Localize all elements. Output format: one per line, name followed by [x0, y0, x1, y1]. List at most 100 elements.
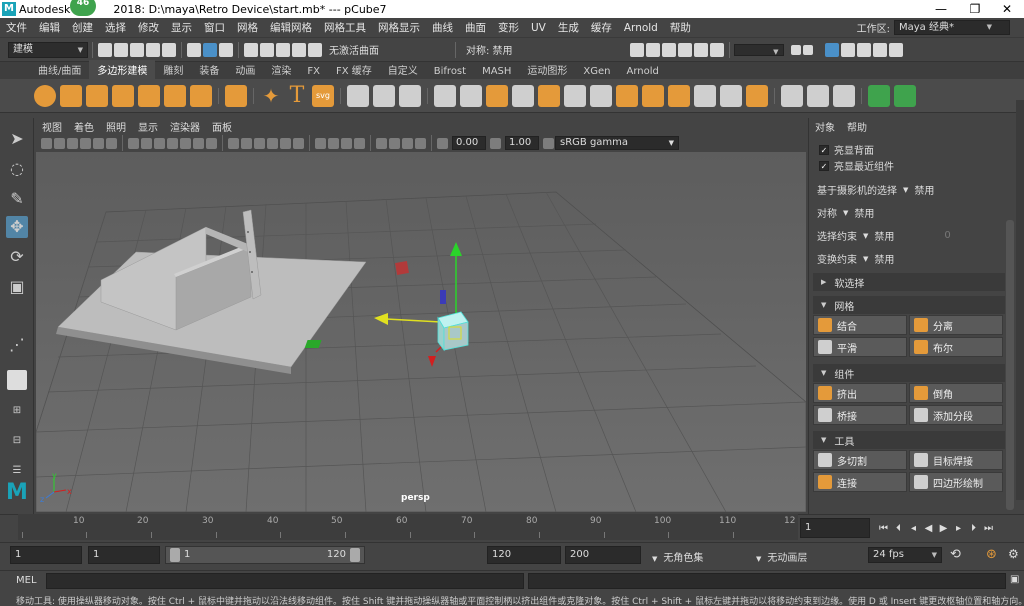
shelf-tab-rigging[interactable]: 装备 — [191, 60, 227, 79]
playback-start-field[interactable]: 1 — [88, 546, 160, 564]
time-slider[interactable]: 10 20 30 40 50 60 70 80 90 100 110 12 — [18, 514, 798, 540]
paint-select-icon[interactable]: ✎ — [6, 188, 28, 210]
close-icon[interactable]: ✕ — [990, 0, 1024, 18]
select-constraint-arrow-icon[interactable]: ▼ — [863, 232, 868, 240]
target-weld-icon[interactable] — [807, 84, 829, 107]
shelf-tab-fx[interactable]: FX — [299, 64, 328, 79]
menu-uv[interactable]: UV — [525, 22, 552, 34]
smooth-shade-icon[interactable] — [241, 137, 252, 149]
menu-select[interactable]: 选择 — [99, 20, 132, 35]
single-perspective-icon[interactable] — [7, 370, 27, 390]
safe-action-icon[interactable] — [193, 137, 204, 149]
symmetry-value[interactable]: 禁用 — [854, 205, 874, 220]
wedge-icon[interactable] — [694, 84, 716, 107]
boolean-button[interactable]: 布尔 — [909, 337, 1003, 357]
grid-icon[interactable] — [128, 137, 139, 149]
insert-loop-icon[interactable] — [746, 84, 768, 107]
menu-set-dropdown[interactable]: 建模 — [8, 41, 88, 58]
scale-tool-icon[interactable]: ▣ — [6, 276, 28, 298]
shelf-tab-bifrost[interactable]: Bifrost — [426, 64, 474, 79]
type-tool-icon[interactable]: T — [286, 84, 308, 107]
restore-icon[interactable]: ❐ — [958, 0, 992, 18]
quad-draw-button[interactable]: 四边形绘制 — [909, 472, 1003, 492]
anti-aliasing-icon[interactable] — [354, 137, 365, 149]
tool-settings-icon[interactable] — [872, 42, 887, 57]
undo-icon[interactable] — [146, 42, 160, 57]
svg-tool-icon[interactable]: svg — [312, 84, 334, 107]
field-chart-icon[interactable] — [180, 137, 191, 149]
last-tool-icon[interactable]: ⋰ — [6, 334, 28, 356]
camera-select-arrow-icon[interactable]: ▼ — [903, 186, 908, 194]
resolution-gate-icon[interactable] — [154, 137, 165, 149]
poly-plane-icon[interactable] — [164, 84, 186, 107]
default-material-icon[interactable] — [254, 137, 265, 149]
menu-surfaces[interactable]: 曲面 — [459, 20, 492, 35]
viewport-canvas[interactable]: y x z — [36, 152, 806, 512]
transform-constraint-arrow-icon[interactable]: ▼ — [863, 255, 868, 263]
menu-mesh-display[interactable]: 网格显示 — [372, 20, 426, 35]
outliner-layout-icon[interactable]: ☰ — [6, 460, 28, 482]
outliner-icon[interactable] — [802, 44, 813, 55]
shelf-tab-sculpting[interactable]: 雕刻 — [155, 60, 191, 79]
bevel-button[interactable]: 倒角 — [909, 383, 1003, 403]
live-surface-label[interactable]: 无激活曲面 — [329, 42, 379, 57]
menu-generate[interactable]: 生成 — [552, 20, 585, 35]
append-polygon-icon[interactable] — [668, 84, 690, 107]
2d-pan-icon[interactable] — [93, 137, 104, 149]
vp-menu-lighting[interactable]: 照明 — [100, 119, 132, 134]
select-constraint-value[interactable]: 禁用 — [874, 228, 894, 243]
mel-label[interactable]: MEL — [16, 575, 37, 586]
poly-sphere-icon[interactable] — [34, 84, 56, 107]
exposure-field[interactable]: 0.00 — [452, 136, 486, 150]
section-mesh[interactable]: ▼ 网格 — [813, 296, 1005, 314]
film-gate-icon[interactable] — [141, 137, 152, 149]
extrude-icon[interactable] — [564, 84, 586, 107]
gate-mask-icon[interactable] — [167, 137, 178, 149]
camera-attr-icon[interactable] — [54, 137, 65, 149]
poly-torus-icon[interactable] — [138, 84, 160, 107]
smooth-icon[interactable] — [486, 84, 508, 107]
layer-editor-icon[interactable] — [888, 42, 903, 57]
fill-hole-icon[interactable] — [642, 84, 664, 107]
menu-edit[interactable]: 编辑 — [33, 20, 66, 35]
edge-loop-icon[interactable] — [720, 84, 742, 107]
anim-prefs-icon[interactable]: ⚙ — [1008, 547, 1019, 561]
separate-button[interactable]: 分离 — [909, 315, 1003, 335]
fps-dropdown[interactable]: 24 fps — [868, 547, 942, 563]
section-soft-select[interactable]: ▶ 软选择 — [813, 273, 1005, 291]
snap-view-icon[interactable] — [292, 42, 306, 57]
extrude-button[interactable]: 挤出 — [813, 383, 907, 403]
use-all-lights-icon[interactable] — [293, 137, 304, 149]
anim-layer-dropdown[interactable]: ▼ 无动画层 — [756, 549, 807, 564]
shelf-tab-poly-modeling[interactable]: 多边形建模 — [89, 60, 156, 79]
auto-key-icon[interactable]: ⊛ — [986, 547, 997, 562]
wireframe-on-shaded-icon[interactable] — [267, 137, 278, 149]
step-forward-key-icon[interactable]: ▸ — [951, 523, 966, 534]
xray-joints-icon[interactable] — [402, 137, 413, 149]
safe-title-icon[interactable] — [206, 137, 217, 149]
bookmark-icon[interactable] — [67, 137, 78, 149]
script-editor-icon[interactable]: ▣ — [1010, 574, 1019, 585]
bevel-icon[interactable] — [616, 84, 638, 107]
menu-windows[interactable]: 窗口 — [198, 20, 231, 35]
xray-icon[interactable] — [389, 137, 400, 149]
render-view-icon[interactable] — [629, 42, 644, 57]
render-frame-icon[interactable] — [645, 42, 660, 57]
range-slider[interactable]: 1 120 — [165, 546, 365, 564]
section-tools[interactable]: ▼ 工具 — [813, 431, 1005, 449]
motion-blur-icon[interactable] — [341, 137, 352, 149]
connect-button[interactable]: 连接 — [813, 472, 907, 492]
uv-layout-icon[interactable] — [894, 84, 916, 107]
panel-scrollbar[interactable] — [1006, 220, 1014, 510]
go-to-end-icon[interactable]: ⏭ — [981, 523, 996, 534]
snap-grid-icon[interactable] — [244, 42, 258, 57]
redo-icon[interactable] — [162, 42, 176, 57]
play-forward-icon[interactable]: ▶ — [936, 523, 951, 534]
menu-cache[interactable]: 缓存 — [585, 20, 618, 35]
save-scene-icon[interactable] — [130, 42, 144, 57]
exposure-icon[interactable] — [437, 137, 448, 149]
menu-display[interactable]: 显示 — [165, 20, 198, 35]
section-components[interactable]: ▼ 组件 — [813, 364, 1005, 382]
multi-cut-icon[interactable] — [781, 84, 803, 107]
selected-cube-pcube7[interactable] — [437, 311, 469, 352]
